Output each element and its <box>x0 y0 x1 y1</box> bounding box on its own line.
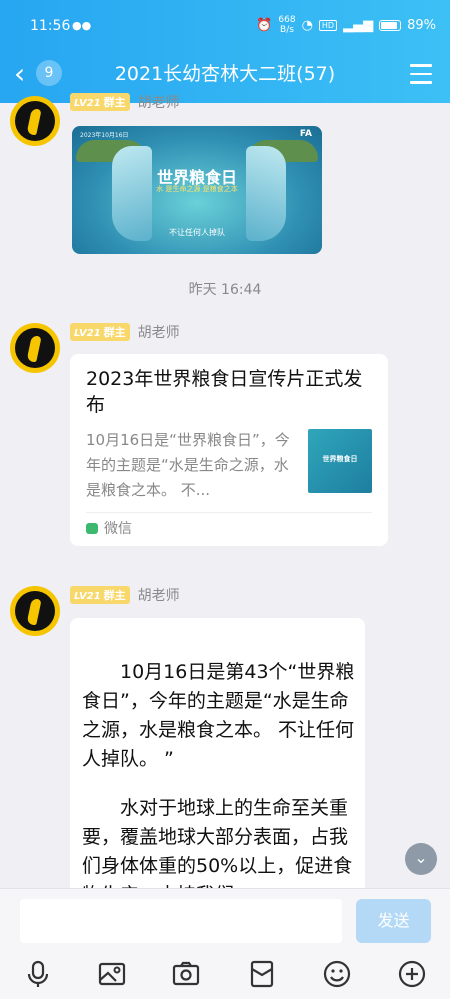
timestamp: 昨天 16:44 <box>188 282 262 298</box>
sender-row: LV21 群主 胡老师 <box>70 92 180 112</box>
red-packet-icon[interactable] <box>246 958 278 990</box>
alarm-icon: ⏰ <box>256 17 273 33</box>
menu-icon[interactable] <box>410 64 432 84</box>
wifi-icon: ◔ <box>301 17 313 33</box>
share-source: 微信 <box>86 518 132 538</box>
sender-name: 胡老师 <box>137 325 180 341</box>
avatar[interactable] <box>10 586 60 636</box>
header: 11:56 ●● ⏰ 668 B/s ◔ HD ▂▄▆ 89% ‹ 9 2021长… <box>0 0 450 103</box>
fao-logo: FA <box>299 129 312 139</box>
share-thumbnail: 世界粮食日 <box>308 429 372 493</box>
level-badge: LV21 群主 <box>70 586 130 604</box>
share-description: 10月16日是“世界粮食日”，今年的主题是“水是生命之源，水是粮食之本。 不..… <box>86 431 290 499</box>
avatar[interactable] <box>10 96 60 146</box>
status-time: 11:56 <box>30 18 71 34</box>
scroll-down-chevron-icon[interactable]: ⌄ <box>405 843 437 875</box>
unread-badge[interactable]: 9 <box>36 60 62 86</box>
sender-name: 胡老师 <box>137 95 180 111</box>
share-card[interactable]: 2023年世界粮食日宣传片正式发布 10月16日是“世界粮食日”，今年的主题是“… <box>70 354 388 546</box>
poster-subtitle: 水 是生命之源 是粮食之本 <box>156 185 238 193</box>
toolbar <box>0 952 450 999</box>
message-input[interactable] <box>20 899 342 943</box>
hd-badge: HD <box>318 19 338 31</box>
camera-icon[interactable] <box>170 958 202 990</box>
signal-icon: ▂▄▆ <box>343 17 374 33</box>
input-bar: 发送 <box>0 888 450 952</box>
avatar[interactable] <box>10 323 60 373</box>
text-message[interactable]: 10月16日是第43个“世界粮食日”，今年的主题是“水是生命之源，水是粮食之本。… <box>70 618 365 898</box>
microphone-icon[interactable] <box>22 958 54 990</box>
level-badge: LV21 群主 <box>70 93 130 111</box>
level-badge: LV21 群主 <box>70 323 130 341</box>
battery-percent: 89% <box>407 17 436 33</box>
sender-name: 胡老师 <box>137 588 180 604</box>
message-paragraph: 10月16日是第43个“世界粮食日”，今年的主题是“水是生命之源，水是粮食之本。… <box>82 661 355 770</box>
share-title: 2023年世界粮食日宣传片正式发布 <box>86 368 363 416</box>
poster-bottom: 不让任何人掉队 <box>169 228 225 237</box>
net-speed: 668 B/s <box>278 15 296 35</box>
emoji-icon[interactable] <box>321 958 353 990</box>
send-button[interactable]: 发送 <box>356 899 431 943</box>
plus-icon[interactable] <box>396 958 428 990</box>
status-bar: 11:56 ●● ⏰ 668 B/s ◔ HD ▂▄▆ 89% <box>0 0 450 52</box>
image-message[interactable]: 2023年10月16日 FA 世界粮食日 水 是生命之源 是粮食之本 不让任何人… <box>72 126 322 254</box>
message-paragraph: 水对于地球上的生命至关重要，覆盖地球大部分表面，占我们身体体重的50%以上，促进… <box>82 797 353 898</box>
sender-row: LV21 群主 胡老师 <box>70 322 180 342</box>
divider <box>86 512 372 513</box>
nav-bar: ‹ 9 2021长幼杏林大二班(57) <box>0 52 450 98</box>
poster-date: 2023年10月16日 <box>80 132 129 139</box>
image-icon[interactable] <box>96 958 128 990</box>
battery-icon <box>379 19 402 31</box>
wechat-icon <box>86 522 98 534</box>
wechat-notification-icon: ●● <box>72 19 92 32</box>
chat-title: 2021长幼杏林大二班(57) <box>114 63 336 85</box>
back-chevron-icon[interactable]: ‹ <box>14 60 25 88</box>
sender-row: LV21 群主 胡老师 <box>70 585 180 605</box>
